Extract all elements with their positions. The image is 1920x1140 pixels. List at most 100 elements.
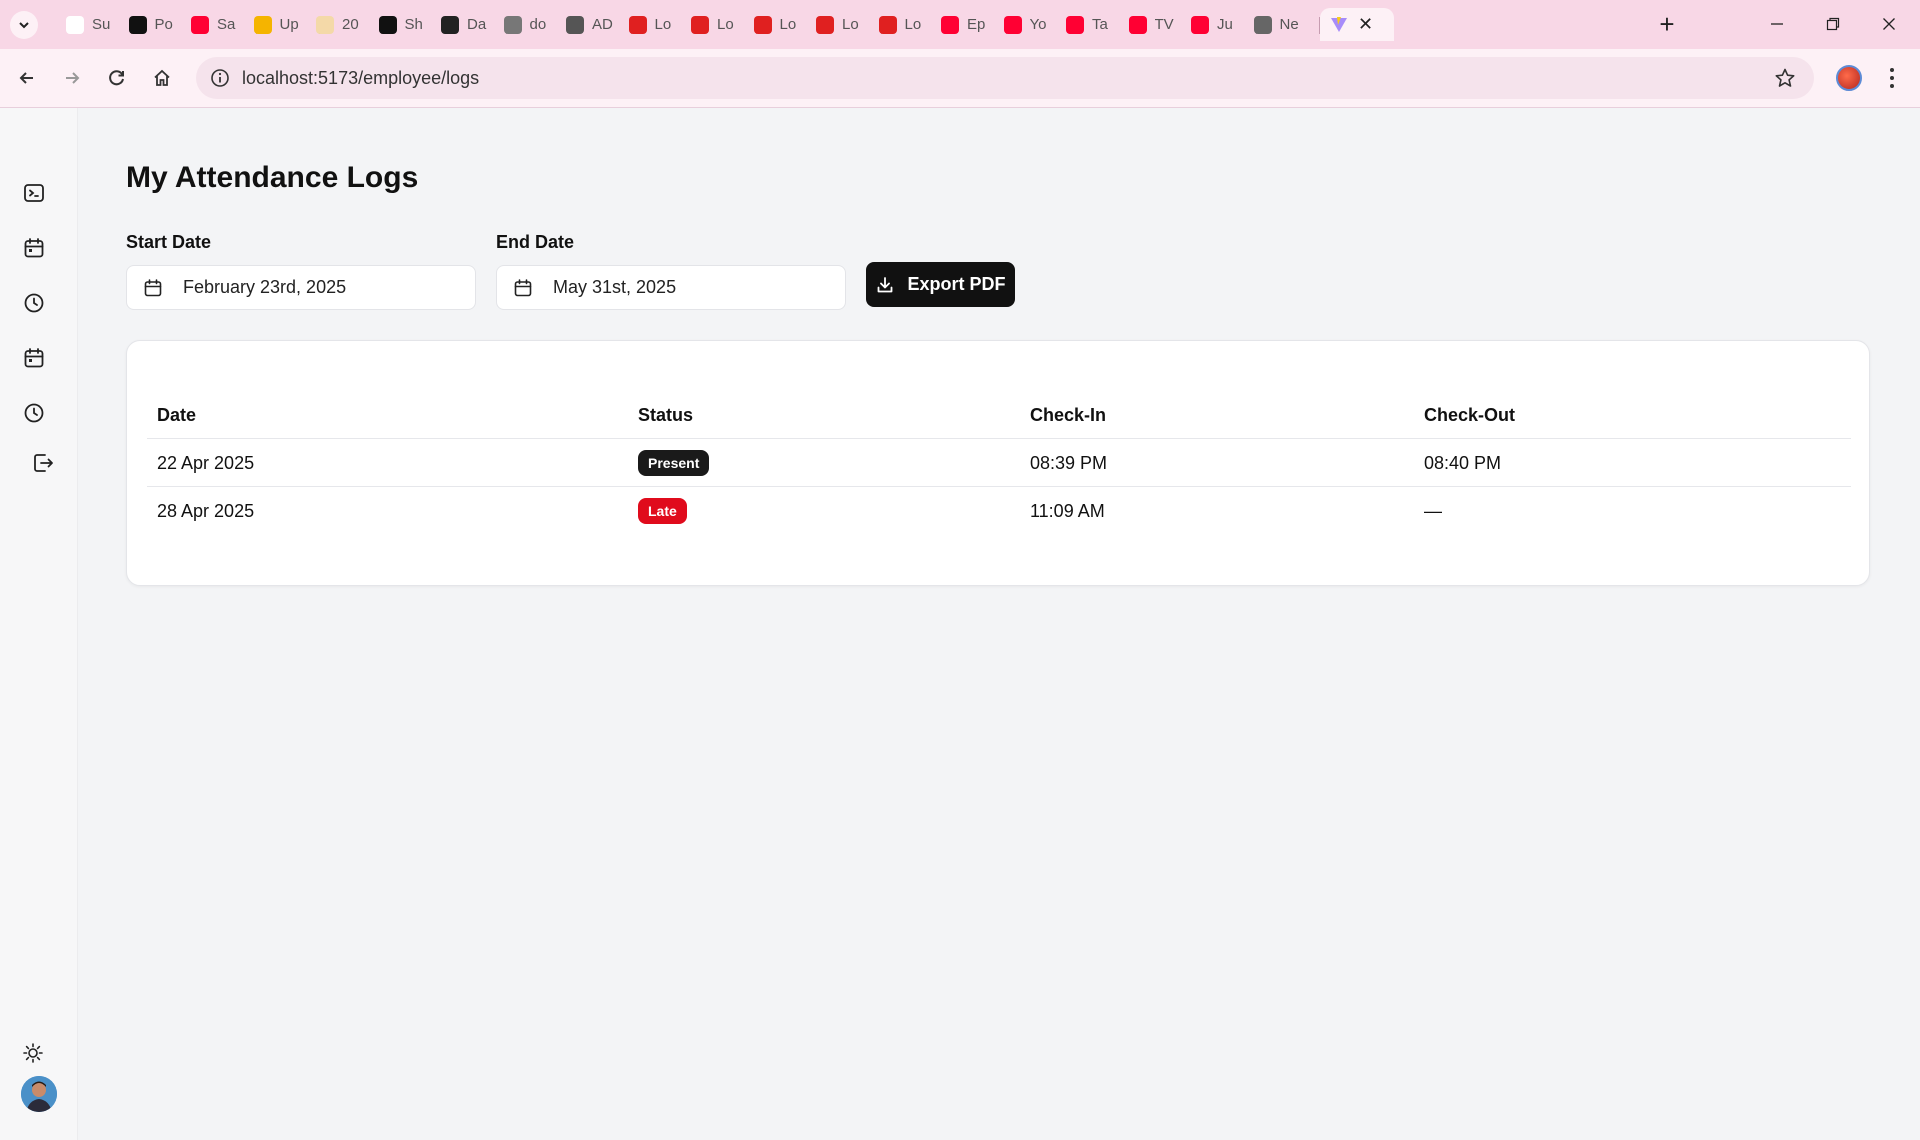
start-date-label: Start Date bbox=[126, 232, 212, 252]
export-pdf-label: Export PDF bbox=[907, 274, 1006, 294]
row-check-out: 08:40 PM bbox=[1424, 452, 1502, 473]
chevron-down-icon bbox=[19, 22, 29, 29]
tab-title: Su bbox=[92, 16, 111, 33]
sidebar-item-attendance[interactable] bbox=[20, 289, 48, 317]
tab-favicon-generic bbox=[316, 15, 334, 34]
site-info-icon[interactable] bbox=[210, 68, 230, 88]
status-badge: Present bbox=[638, 450, 710, 476]
restore-button[interactable] bbox=[1810, 8, 1856, 40]
tab-title: Po bbox=[154, 16, 173, 33]
youtube-favicon bbox=[1066, 15, 1084, 34]
browser-tab[interactable]: Ne bbox=[1244, 8, 1320, 41]
column-header-check-out[interactable]: Check-Out bbox=[1424, 391, 1515, 439]
url-text[interactable]: localhost:5173/employee/logs bbox=[242, 68, 479, 89]
column-header-date[interactable]: Date bbox=[157, 391, 196, 439]
pen-favicon bbox=[441, 15, 459, 34]
start-date-picker[interactable]: February 23rd, 2025 bbox=[126, 265, 476, 310]
calendar-icon bbox=[24, 238, 44, 258]
red-doc-favicon bbox=[753, 15, 772, 34]
reload-button[interactable] bbox=[102, 63, 132, 93]
sidebar-item-dashboard[interactable] bbox=[20, 179, 48, 207]
start-date-value: February 23rd, 2025 bbox=[183, 277, 347, 297]
home-button[interactable] bbox=[147, 63, 177, 93]
tab-title: Ep bbox=[967, 16, 986, 33]
clock-icon bbox=[24, 403, 44, 423]
tab-title: Sa bbox=[217, 16, 236, 33]
close-tab-icon[interactable]: ✕ bbox=[1358, 14, 1373, 35]
user-avatar[interactable] bbox=[21, 1076, 57, 1112]
red-doc-favicon bbox=[816, 15, 834, 34]
youtube-favicon bbox=[1003, 15, 1022, 34]
sidebar-item-logout[interactable] bbox=[29, 449, 57, 477]
sun-icon bbox=[23, 1043, 43, 1063]
minimize-button[interactable] bbox=[1754, 8, 1800, 40]
globe-favicon bbox=[566, 15, 584, 34]
table-row[interactable]: 22 Apr 2025 Present 08:39 PM 08:40 PM bbox=[147, 439, 1851, 487]
address-bar[interactable]: localhost:5173/employee/logs bbox=[196, 57, 1814, 99]
close-icon bbox=[1883, 18, 1895, 30]
logout-icon bbox=[34, 454, 53, 472]
new-tab-button[interactable]: + bbox=[1652, 9, 1682, 40]
clock-icon bbox=[24, 293, 44, 313]
more-menu-icon[interactable] bbox=[1882, 65, 1902, 91]
end-date-picker[interactable]: May 31st, 2025 bbox=[496, 265, 846, 310]
row-check-in: 11:09 AM bbox=[1030, 500, 1105, 521]
table-row[interactable]: 28 Apr 2025 Late 11:09 AM — bbox=[147, 487, 1851, 535]
arrow-right-icon bbox=[66, 72, 80, 84]
row-status: Present bbox=[638, 439, 710, 487]
tab-search-button[interactable] bbox=[10, 11, 38, 39]
restore-icon bbox=[1826, 17, 1840, 31]
bookmark-star-icon[interactable] bbox=[1774, 67, 1796, 89]
youtube-favicon bbox=[1191, 15, 1209, 34]
red-doc-favicon bbox=[628, 15, 647, 34]
vite-favicon bbox=[1330, 16, 1348, 34]
back-button[interactable] bbox=[12, 63, 42, 93]
calendar-icon bbox=[144, 278, 162, 296]
app-root: My Attendance Logs Start Date February 2… bbox=[0, 108, 1920, 1140]
sidebar-item-calendar[interactable] bbox=[20, 234, 48, 262]
tab-title: Lo bbox=[842, 16, 859, 33]
sidebar-item-logs[interactable] bbox=[20, 399, 48, 427]
attendance-table: Date Status Check-In Check-Out 22 Apr 20… bbox=[147, 391, 1851, 535]
status-badge: Late bbox=[638, 498, 687, 524]
tab-favicon-generic bbox=[66, 15, 84, 34]
stack-favicon bbox=[253, 15, 272, 34]
arrow-left-icon bbox=[19, 72, 33, 84]
attendance-table-card: Date Status Check-In Check-Out 22 Apr 20… bbox=[126, 340, 1870, 586]
browser-tab-strip: Su Po Sa Up 20 Sh Da do AD Lo Lo Lo Lo Lo Ep Yo Ta TV Ju Ne… bbox=[0, 0, 1920, 49]
openai-favicon bbox=[128, 15, 147, 34]
column-header-status[interactable]: Status bbox=[638, 391, 693, 439]
export-pdf-button[interactable]: Export PDF bbox=[866, 262, 1015, 307]
column-header-check-in[interactable]: Check-In bbox=[1030, 391, 1106, 439]
red-doc-favicon bbox=[691, 15, 709, 34]
profile-avatar[interactable] bbox=[1836, 65, 1862, 91]
chrome-favicon bbox=[1253, 15, 1272, 34]
forward-button[interactable] bbox=[57, 63, 87, 93]
user-photo bbox=[21, 1076, 57, 1112]
youtube-favicon bbox=[941, 15, 959, 34]
tab-title: TV bbox=[1154, 16, 1174, 33]
calendar-icon bbox=[514, 278, 532, 296]
row-check-out: — bbox=[1424, 500, 1442, 521]
page-title: My Attendance Logs bbox=[126, 161, 419, 194]
theme-toggle[interactable] bbox=[19, 1039, 47, 1067]
d-favicon bbox=[503, 15, 522, 34]
sidebar-item-leave[interactable] bbox=[20, 344, 48, 372]
youtube-favicon bbox=[1128, 15, 1147, 34]
browser-tab-active[interactable]: ✕ bbox=[1320, 8, 1394, 41]
tab-title: Lo bbox=[779, 16, 797, 33]
close-window-button[interactable] bbox=[1866, 8, 1912, 40]
end-date-value: May 31st, 2025 bbox=[553, 277, 677, 297]
row-status: Late bbox=[638, 487, 687, 535]
row-check-in: 08:39 PM bbox=[1030, 452, 1108, 473]
red-doc-favicon bbox=[878, 15, 897, 34]
tab-title: Yo bbox=[1029, 16, 1047, 33]
end-date-label: End Date bbox=[496, 232, 575, 252]
tab-title: Lo bbox=[904, 16, 922, 33]
reload-icon bbox=[109, 70, 124, 86]
download-icon bbox=[878, 276, 893, 292]
browser-toolbar: localhost:5173/employee/logs bbox=[0, 49, 1920, 108]
youtube-favicon bbox=[191, 15, 209, 34]
sidebar bbox=[0, 108, 78, 1140]
tab-title: Lo bbox=[654, 16, 672, 33]
